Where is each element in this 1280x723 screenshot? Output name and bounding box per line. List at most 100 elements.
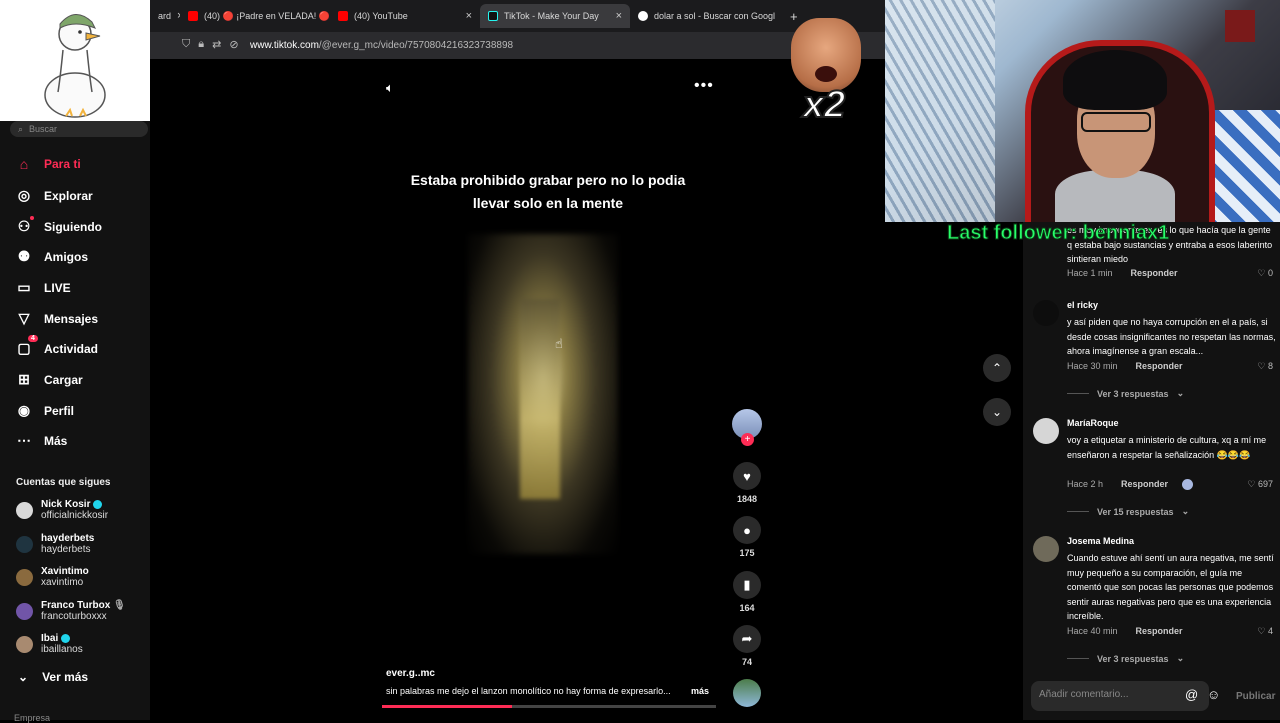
comments-panel: es muy imponente es, es lo que hacía que… — [1023, 222, 1280, 720]
followed-account[interactable]: hayderbets hayderbets — [16, 533, 94, 555]
comment-input[interactable]: Añadir comentario... — [1031, 681, 1209, 711]
previous-video-button[interactable]: ⌃ — [983, 354, 1011, 382]
sidebar-item-actividad[interactable]: ▢ 4 Actividad — [16, 335, 98, 357]
browser-tab-bar: ard × (40) 🔴 ¡Padre en VELADA! 🔴 ... × (… — [150, 0, 885, 32]
glasses-icon — [1081, 112, 1151, 132]
avatar[interactable] — [1033, 300, 1059, 326]
heart-outline-icon: ♡ — [1247, 479, 1256, 489]
video-player[interactable]: 🔈︎ ••• Estaba prohibido grabar pero no l… — [150, 59, 885, 720]
comment-user[interactable]: MaríaRoque — [1067, 418, 1119, 428]
browser-tab[interactable]: ard × — [150, 4, 180, 28]
close-tab-icon[interactable]: × — [466, 10, 472, 22]
comment-time: Hace 30 min — [1067, 361, 1118, 371]
shouting-mouth — [815, 66, 837, 82]
browser-tab[interactable]: (40) YouTube × — [330, 4, 480, 28]
account-handle: officialnickkosir — [41, 510, 109, 521]
emoji-icon[interactable]: ☺ — [1207, 687, 1220, 702]
sidebar-item-amigos[interactable]: ⚉ Amigos — [16, 248, 88, 265]
comment-user[interactable]: el ricky — [1067, 300, 1098, 310]
sidebar-item-mensajes[interactable]: ▽ Mensajes — [16, 310, 98, 327]
comment-like-button[interactable]: ♡ 697 — [1247, 479, 1273, 490]
search-input[interactable]: ⌕ Buscar — [10, 121, 148, 137]
followed-account[interactable]: Xavintimo xavintimo — [16, 566, 89, 588]
upload-icon: ⊞ — [18, 371, 30, 387]
sidebar: ⌕ Buscar ⌂ Para ti ◎ Explorar ⚇ Siguiend… — [0, 121, 150, 723]
lock-icon[interactable]: 🔒︎ — [198, 38, 204, 51]
close-tab-icon[interactable]: × — [616, 10, 622, 22]
activity-badge: 4 — [28, 335, 38, 342]
url-text[interactable]: www.tiktok.com/@ever.g_mc/video/75708042… — [250, 40, 513, 51]
tab-title: ard — [158, 11, 172, 21]
see-more-button[interactable]: ⌄ Ver más — [18, 670, 88, 684]
sidebar-item-explorar[interactable]: ◎ Explorar — [16, 187, 93, 204]
avatar — [16, 568, 33, 586]
account-handle: francoturboxxx — [41, 611, 107, 622]
home-icon: ⌂ — [19, 156, 29, 172]
heart-icon: ♥ — [733, 462, 761, 490]
streamer-hair — [1063, 50, 1167, 110]
notification-dot — [30, 216, 34, 220]
reply-button[interactable]: Responder — [1136, 626, 1183, 636]
comment-like-button[interactable]: ♡ 8 — [1257, 361, 1273, 372]
browser-tab[interactable]: (40) 🔴 ¡Padre en VELADA! 🔴 ... × — [180, 4, 330, 28]
comment-like-button[interactable]: ♡ 0 — [1257, 268, 1273, 279]
footer-link[interactable]: Empresa — [14, 713, 50, 723]
sidebar-item-para-ti[interactable]: ⌂ Para ti — [16, 156, 81, 172]
followed-account[interactable]: Franco Turbox 🎙︎ francoturboxxx — [16, 600, 126, 622]
permissions-icon[interactable]: ⇄ — [212, 38, 221, 51]
comment-text: voy a etiquetar a ministerio de cultura,… — [1067, 435, 1267, 460]
verified-icon — [93, 499, 103, 509]
description-more-link[interactable]: más — [691, 686, 709, 696]
video-progress-bar[interactable] — [382, 705, 716, 708]
save-button[interactable]: ▮ 164 — [732, 571, 762, 613]
avatar — [16, 635, 33, 653]
last-follower-overlay: Last follower: benniax1 — [946, 222, 1170, 245]
music-disc-icon[interactable] — [733, 679, 761, 707]
avatar[interactable] — [1033, 536, 1059, 562]
view-replies-button[interactable]: Ver 3 respuestas ⌄ — [1067, 388, 1184, 399]
reply-button[interactable]: Responder — [1131, 268, 1178, 278]
comment-button[interactable]: ● 175 — [732, 516, 762, 558]
no-camera-icon[interactable]: ⊘ — [229, 38, 238, 51]
multiplier-label: x2 — [802, 83, 846, 127]
sidebar-item-siguiendo[interactable]: ⚇ Siguiendo — [16, 216, 102, 235]
share-button[interactable]: ➦ 74 — [732, 625, 762, 667]
video-author[interactable]: ever.g..mc — [386, 668, 435, 679]
sidebar-item-live[interactable]: ▭ LIVE — [16, 279, 70, 296]
sidebar-item-perfil[interactable]: ◉ Perfil — [16, 402, 74, 419]
chevron-up-icon: ⌃ — [991, 361, 1003, 375]
webcam-feed — [885, 0, 1280, 222]
followed-account[interactable]: Ibai ibaillanos — [16, 633, 83, 655]
volume-icon[interactable]: 🔈︎ — [386, 80, 394, 96]
next-video-button[interactable]: ⌄ — [983, 398, 1011, 426]
shield-icon[interactable]: ⛉ — [182, 38, 190, 51]
mention-icon[interactable]: @ — [1185, 687, 1198, 702]
address-bar[interactable]: ⛉ 🔒︎ ⇄ ⊘ www.tiktok.com/@ever.g_mc/video… — [150, 32, 885, 59]
youtube-favicon-icon — [338, 11, 348, 21]
video-description: sin palabras me dejo el lanzon monolític… — [386, 686, 671, 696]
account-name: Ibai — [41, 633, 59, 644]
follow-plus-icon[interactable]: + — [741, 433, 754, 446]
comment-like-button[interactable]: ♡ 4 — [1257, 626, 1273, 637]
reply-button[interactable]: Responder — [1136, 361, 1183, 371]
browser-tab-active[interactable]: TikTok - Make Your Day × — [480, 4, 630, 28]
followed-account[interactable]: Nick Kosir officialnickkosir — [16, 499, 108, 521]
sidebar-item-label: Siguiendo — [44, 219, 102, 234]
chevron-down-icon: ⌄ — [1176, 653, 1185, 663]
comment-user[interactable]: Josema Medina — [1067, 536, 1134, 546]
more-options-icon[interactable]: ••• — [694, 77, 714, 95]
view-replies-button[interactable]: Ver 15 respuestas ⌄ — [1067, 506, 1189, 517]
reply-button[interactable]: Responder — [1121, 479, 1168, 490]
heart-outline-icon: ♡ — [1257, 268, 1266, 278]
sidebar-item-cargar[interactable]: ⊞ Cargar — [16, 371, 83, 388]
compass-icon: ◎ — [17, 187, 31, 203]
sidebar-item-mas[interactable]: ⋯ Más — [16, 432, 67, 449]
browser-tab[interactable]: dolar a sol - Buscar con Google × — [630, 4, 775, 28]
view-replies-button[interactable]: Ver 3 respuestas ⌄ — [1067, 653, 1184, 664]
publish-button[interactable]: Publicar — [1236, 691, 1275, 702]
avatar[interactable] — [1033, 418, 1059, 444]
account-name: hayderbets — [41, 533, 95, 544]
search-placeholder: Buscar — [29, 124, 58, 134]
following-section-title: Cuentas que sigues — [16, 477, 111, 488]
like-button[interactable]: ♥ 1848 — [732, 462, 762, 504]
